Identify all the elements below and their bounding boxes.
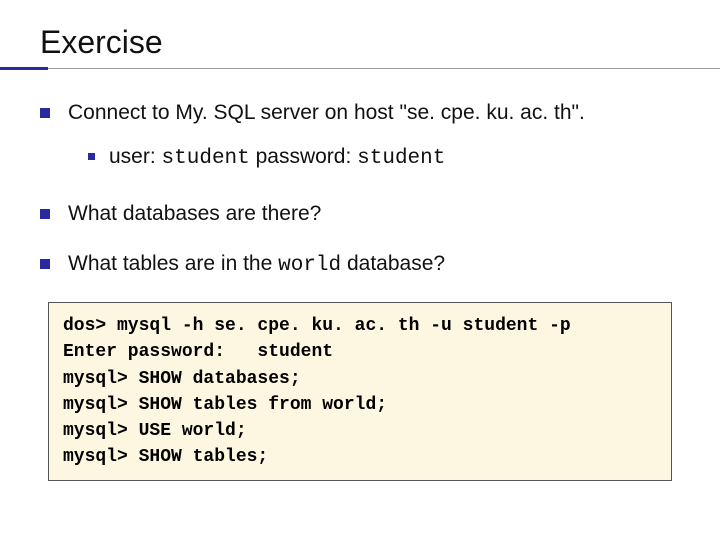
text-fragment: What tables are in the: [68, 252, 278, 275]
title-block: Exercise: [40, 24, 680, 67]
bullet-text: Connect to My. SQL server on host "se. c…: [68, 99, 585, 127]
text-fragment: ".: [572, 101, 585, 124]
bullet-text: What databases are there?: [68, 200, 321, 228]
list-item: What databases are there?: [40, 200, 680, 228]
slide-content: Connect to My. SQL server on host "se. c…: [40, 99, 680, 481]
code-fragment: student: [357, 147, 445, 170]
slide: Exercise Connect to My. SQL server on ho…: [0, 0, 720, 540]
title-underline: [0, 68, 720, 69]
code-fragment: student: [162, 147, 250, 170]
list-item: What tables are in the world database?: [40, 250, 680, 280]
code-block: dos> mysql -h se. cpe. ku. ac. th -u stu…: [48, 302, 672, 481]
text-fragment: Connect to My. SQL server on host ": [68, 101, 407, 124]
square-bullet-icon: [40, 108, 50, 118]
bullet-text: user: student password: student: [109, 143, 445, 173]
text-fragment: password:: [250, 145, 357, 168]
text-fragment: database?: [341, 252, 445, 275]
code-fragment: world: [278, 254, 341, 277]
text-fragment: se. cpe. ku. ac. th: [407, 101, 572, 124]
text-fragment: user:: [109, 145, 162, 168]
list-item: Connect to My. SQL server on host "se. c…: [40, 99, 680, 127]
slide-title: Exercise: [40, 24, 680, 67]
square-bullet-icon: [88, 153, 95, 160]
bullet-text: What tables are in the world database?: [68, 250, 445, 280]
square-bullet-icon: [40, 209, 50, 219]
list-item: user: student password: student: [88, 143, 680, 173]
square-bullet-icon: [40, 259, 50, 269]
